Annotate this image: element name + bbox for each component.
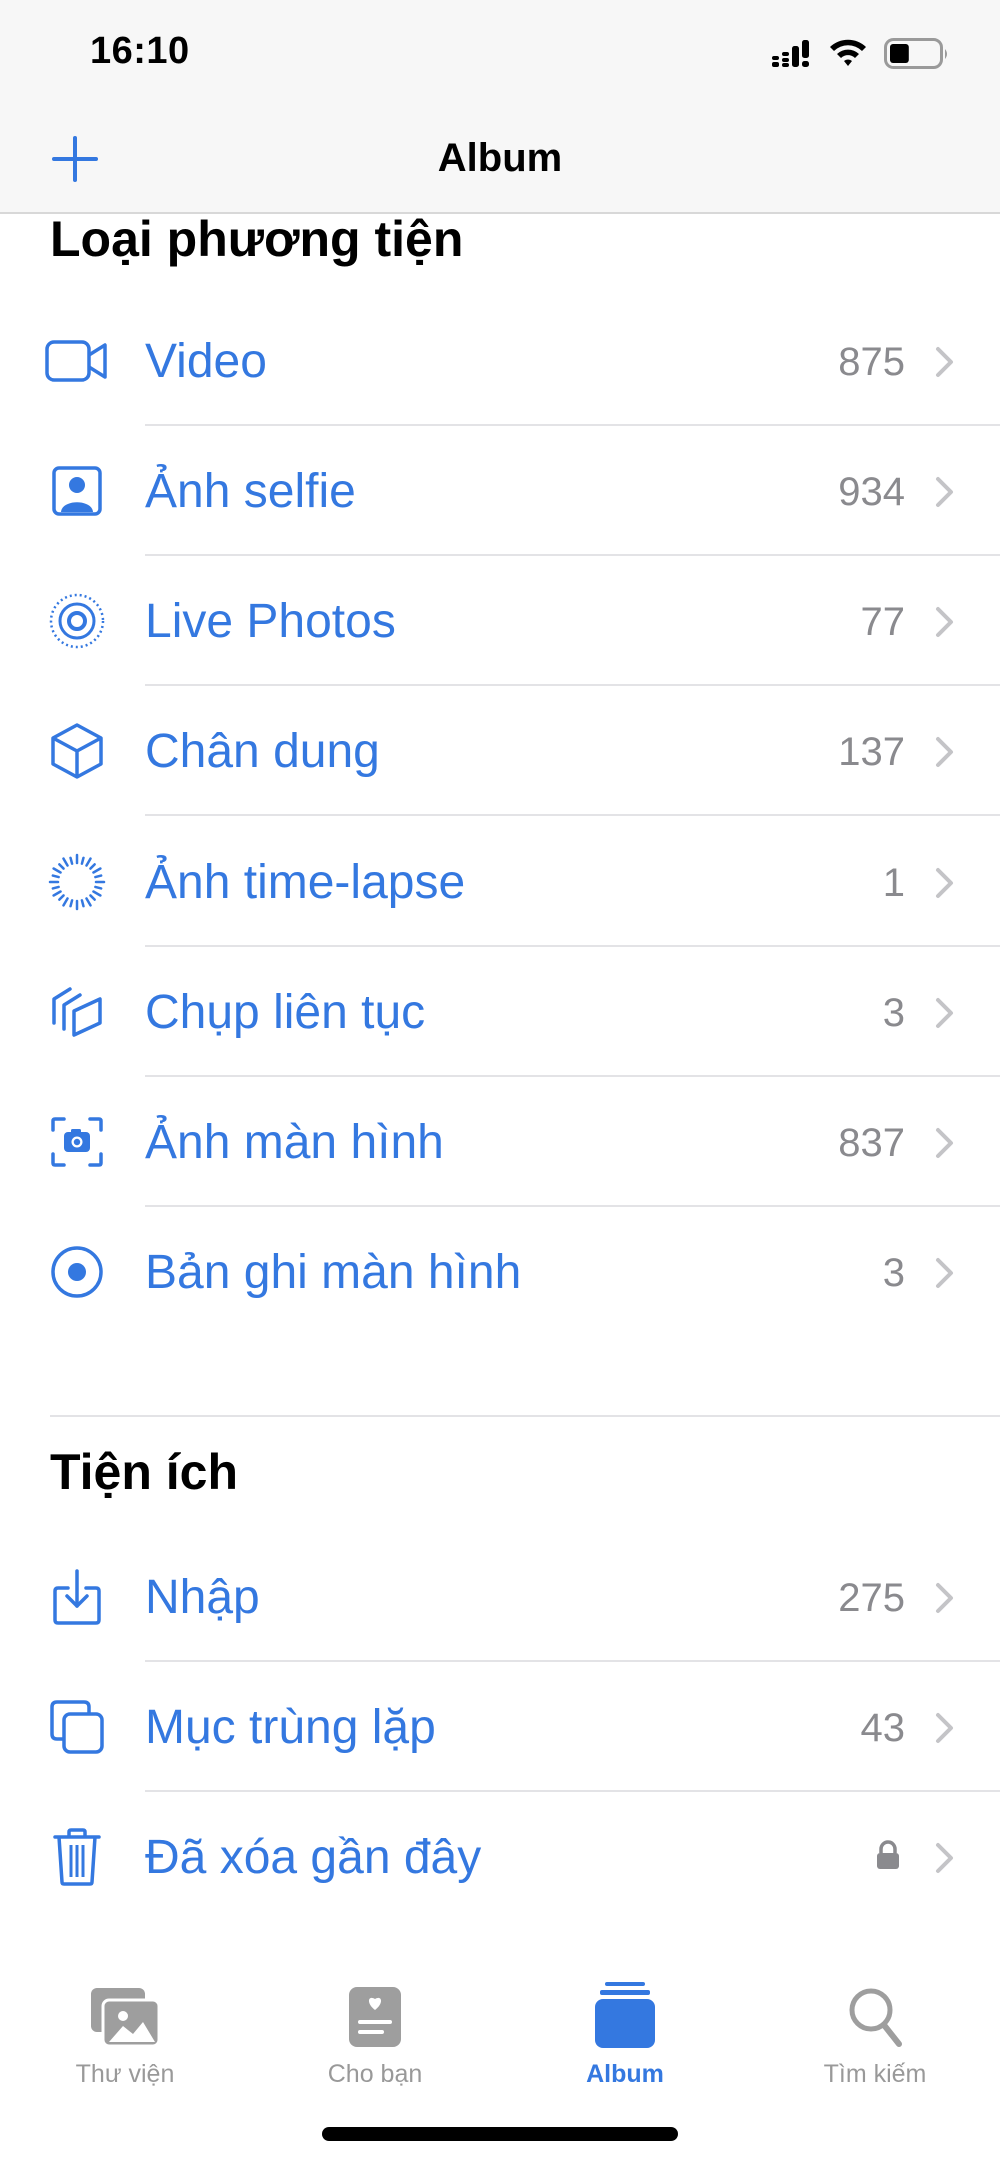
album-row[interactable]: Bản ghi màn hình 3	[0, 1207, 1000, 1337]
album-count: 837	[838, 1121, 905, 1165]
chevron-right-icon	[935, 346, 955, 383]
album-count: 875	[838, 340, 905, 384]
cellular-signal-icon	[772, 40, 816, 73]
album-count: 3	[882, 1251, 905, 1295]
album-label: Chụp liên tục	[145, 986, 426, 1039]
album-label: Mục trùng lặp	[145, 1701, 436, 1754]
tab-label: Album	[586, 2060, 664, 2088]
chevron-right-icon	[935, 476, 955, 513]
tab-search[interactable]: Tìm kiếm	[750, 1978, 1000, 2098]
tab-label: Tìm kiếm	[823, 2060, 927, 2088]
album-row[interactable]: Chân dung 137	[0, 686, 1000, 816]
chevron-right-icon	[935, 1842, 955, 1879]
album-row[interactable]: Ảnh selfie 934	[0, 426, 1000, 556]
burst-icon	[42, 987, 112, 1037]
chevron-right-icon	[935, 1127, 955, 1164]
album-row[interactable]: Ảnh time-lapse 1	[0, 817, 1000, 947]
chevron-right-icon	[935, 736, 955, 773]
import-icon	[42, 1569, 112, 1625]
album-label: Bản ghi màn hình	[145, 1246, 522, 1299]
album-label: Nhập	[145, 1571, 260, 1624]
chevron-right-icon	[935, 867, 955, 904]
navigation-bar: Album	[0, 110, 1000, 214]
album-label: Ảnh màn hình	[145, 1116, 444, 1169]
timelapse-icon	[42, 853, 112, 911]
tab-library[interactable]: Thư viện	[0, 1978, 250, 2098]
chevron-right-icon	[935, 1712, 955, 1749]
album-count: 137	[838, 730, 905, 774]
status-bar: 16:10	[0, 0, 1000, 110]
chevron-right-icon	[935, 1582, 955, 1619]
lock-icon	[876, 1840, 900, 1875]
album-count: 934	[838, 470, 905, 514]
album-count: 3	[882, 991, 905, 1035]
album-label: Live Photos	[145, 595, 396, 648]
status-time: 16:10	[90, 30, 190, 72]
screen-record-icon	[42, 1246, 112, 1298]
video-camera-icon	[42, 336, 112, 386]
albums-icon	[595, 1982, 655, 2048]
screenshot-icon	[42, 1117, 112, 1167]
live-photo-icon	[42, 593, 112, 649]
wifi-icon	[828, 36, 868, 73]
album-label: Ảnh time-lapse	[145, 856, 466, 909]
album-label: Video	[145, 335, 267, 388]
search-icon	[849, 1988, 902, 2047]
album-count: 77	[860, 600, 906, 644]
selfie-portrait-icon	[42, 466, 112, 516]
album-row[interactable]: Đã xóa gần đây	[0, 1792, 1000, 1922]
home-indicator[interactable]	[322, 2127, 678, 2141]
tab-label: Cho bạn	[327, 2060, 423, 2088]
tab-for-you[interactable]: Cho bạn	[250, 1978, 500, 2098]
album-label: Đã xóa gần đây	[145, 1831, 482, 1884]
album-label: Chân dung	[145, 725, 380, 778]
album-count: 43	[860, 1706, 906, 1750]
chevron-right-icon	[935, 606, 955, 643]
photo-library-icon	[91, 1988, 161, 2048]
page-title: Album	[437, 136, 563, 180]
tab-label: Thư viện	[75, 2060, 175, 2088]
section-title-utilities: Tiện ích	[50, 1444, 239, 1500]
album-row[interactable]: Chụp liên tục 3	[0, 947, 1000, 1077]
battery-icon	[884, 38, 950, 75]
trash-icon	[42, 1828, 112, 1886]
tab-albums[interactable]: Album	[500, 1978, 750, 2098]
duplicates-icon	[42, 1700, 112, 1754]
album-label: Ảnh selfie	[145, 465, 356, 518]
album-row[interactable]: Ảnh màn hình 837	[0, 1077, 1000, 1207]
section-title-media-types: Loại phương tiện	[50, 211, 464, 267]
album-row[interactable]: Video 875	[0, 296, 1000, 426]
album-row[interactable]: Nhập 275	[0, 1532, 1000, 1662]
album-row[interactable]: Live Photos 77	[0, 556, 1000, 686]
album-row[interactable]: Mục trùng lặp 43	[0, 1662, 1000, 1792]
album-count: 275	[838, 1576, 905, 1620]
chevron-right-icon	[935, 997, 955, 1034]
cube-icon	[42, 723, 112, 779]
album-count: 1	[882, 861, 905, 905]
chevron-right-icon	[935, 1257, 955, 1294]
row-separator	[145, 814, 1000, 816]
section-divider	[50, 1415, 1000, 1417]
for-you-icon	[349, 1987, 401, 2047]
